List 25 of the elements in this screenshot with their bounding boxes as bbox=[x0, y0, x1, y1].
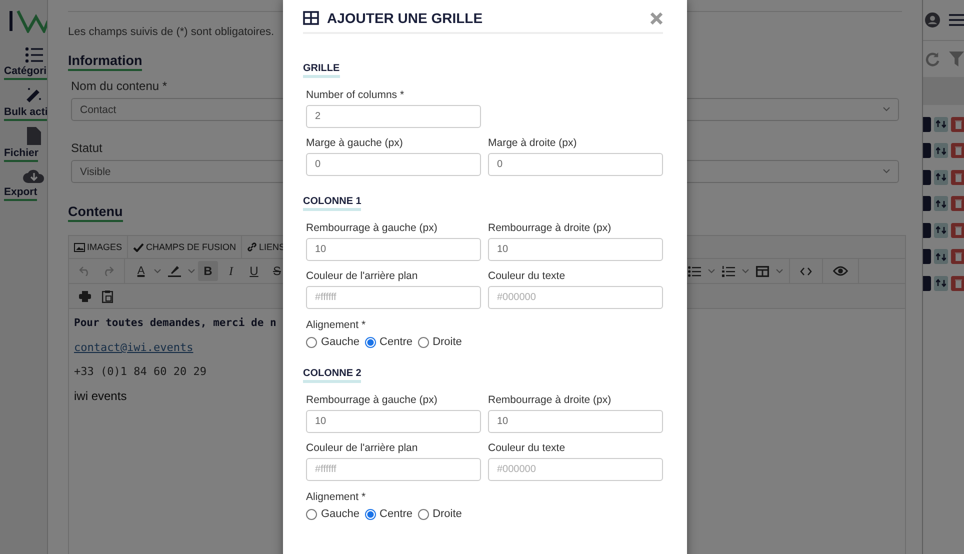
section-heading: Information bbox=[68, 53, 142, 71]
field-label: Alignement * bbox=[306, 491, 366, 503]
required-fields-notice: Les champs suivis de (*) sont obligatoires. bbox=[68, 26, 274, 38]
field-label: Statut bbox=[71, 141, 102, 155]
field-label: Number of columns * bbox=[306, 89, 404, 101]
section-heading: Contenu bbox=[68, 204, 123, 222]
field-label: Rembourrage à droite (px) bbox=[488, 394, 612, 406]
phone-number: +33 (0)1 84 60 20 29 bbox=[74, 365, 206, 378]
section-heading: GRILLE bbox=[303, 63, 340, 78]
field-label: Marge à gauche (px) bbox=[306, 137, 403, 149]
field-label: Rembourrage à gauche (px) bbox=[306, 222, 438, 234]
section-heading: COLONNE 2 bbox=[303, 368, 362, 383]
field-label: Couleur du texte bbox=[488, 442, 566, 454]
field-label: Rembourrage à droite (px) bbox=[488, 222, 612, 234]
field-label: Couleur de l'arrière plan bbox=[306, 442, 418, 454]
content-text: iwi events bbox=[74, 389, 127, 403]
field-label: Couleur du texte bbox=[488, 270, 566, 282]
field-label: Alignement * bbox=[306, 319, 366, 331]
field-label: Marge à droite (px) bbox=[488, 137, 577, 149]
content-text: Pour toutes demandes, merci de n bbox=[74, 317, 276, 329]
dialog-title: AJOUTER UNE GRILLE bbox=[327, 10, 483, 26]
field-label: Rembourrage à gauche (px) bbox=[306, 394, 438, 406]
section-heading: COLONNE 1 bbox=[303, 196, 362, 211]
field-label: Nom du contenu * bbox=[71, 79, 168, 93]
field-label: Couleur de l'arrière plan bbox=[306, 270, 418, 282]
